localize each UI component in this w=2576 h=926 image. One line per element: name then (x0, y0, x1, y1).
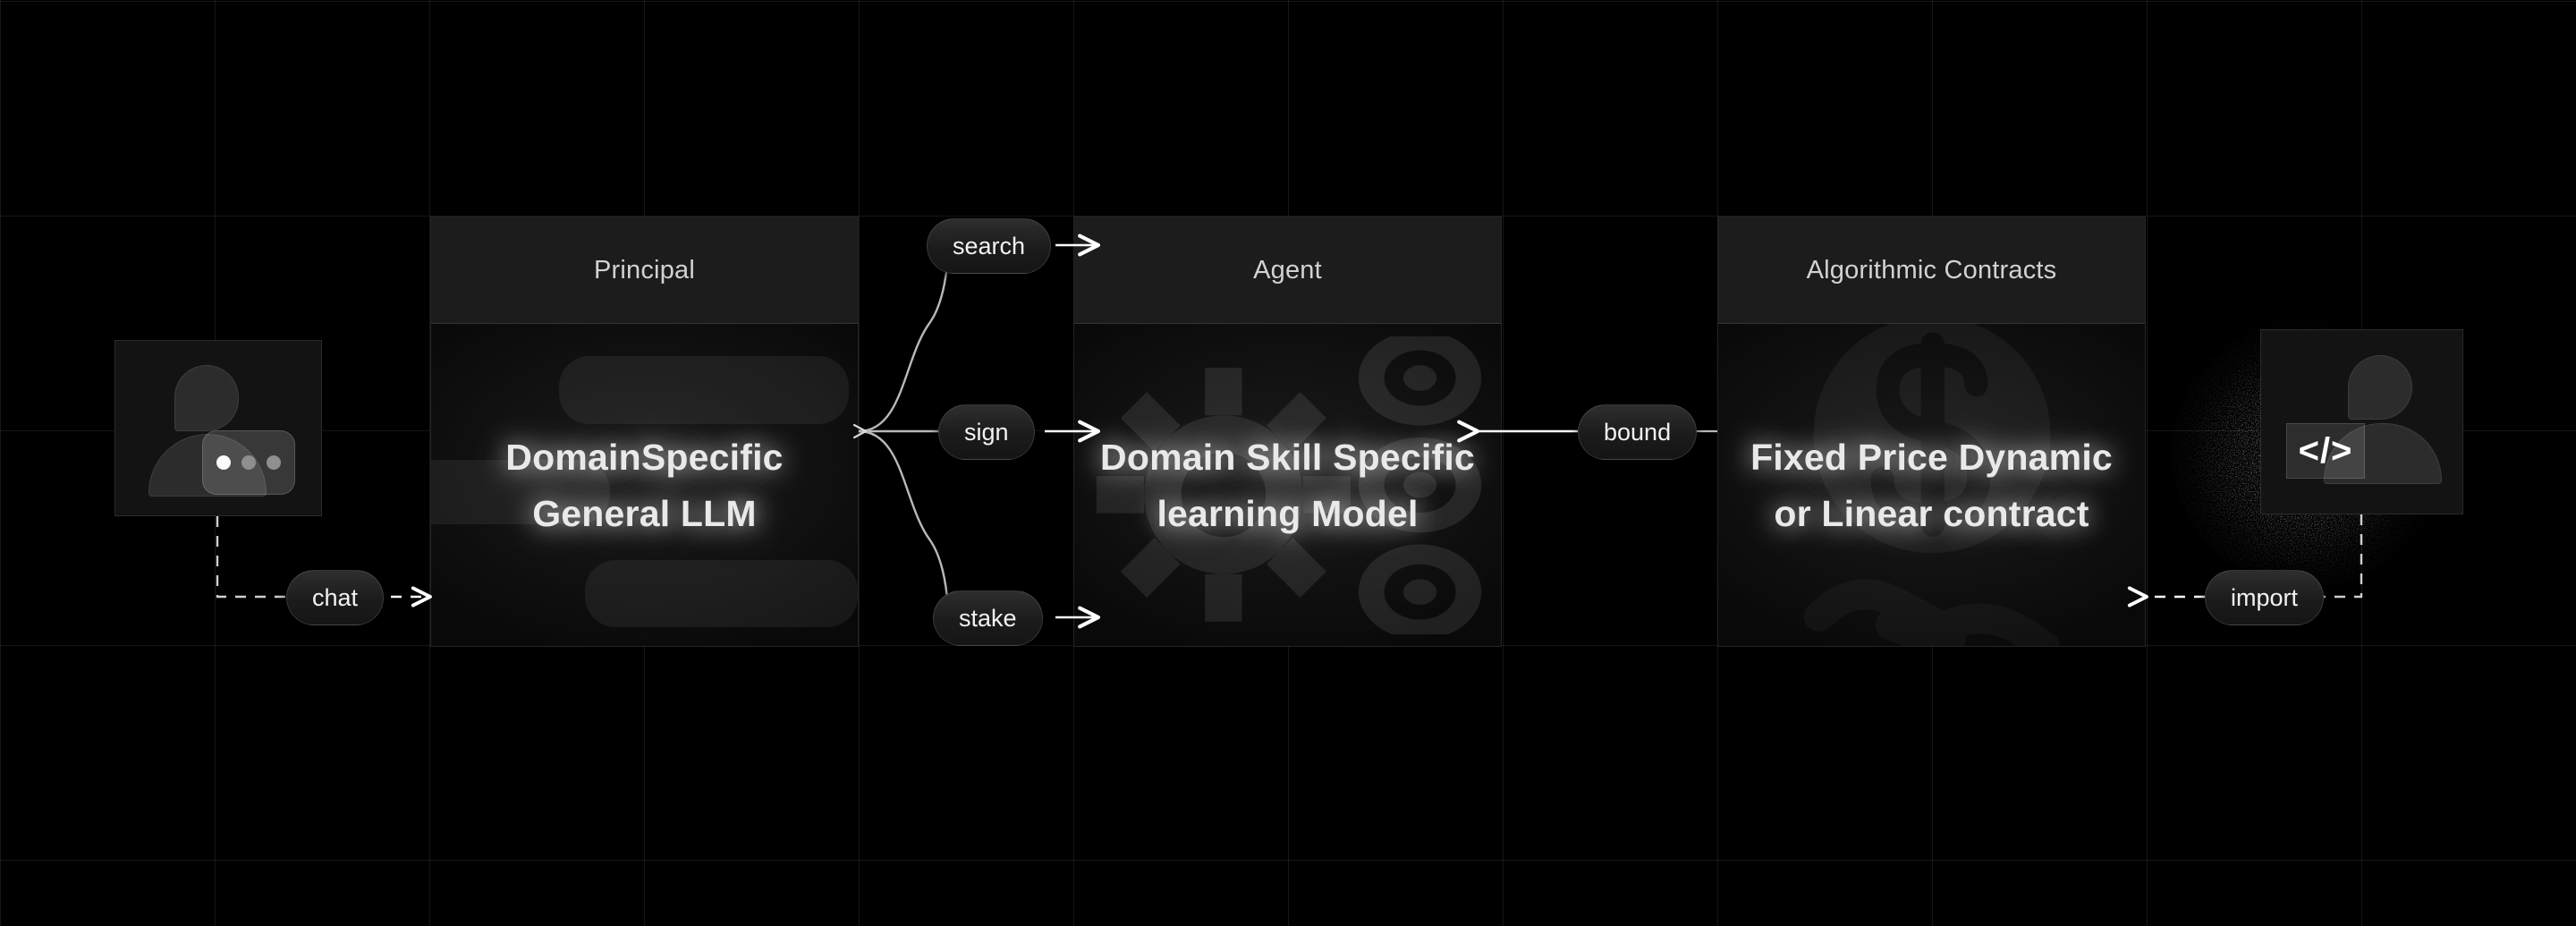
agent-panel[interactable]: Agent Domain Skill Specific learning Mod… (1073, 217, 1502, 647)
contracts-title-line1: Fixed Price Dynamic (1750, 437, 2113, 479)
agent-title-line1: Domain Skill Specific (1100, 437, 1475, 479)
principal-title: DomainSpecific General LLM (484, 429, 804, 541)
diagram-canvas: Principal DomainSpecific General LLM Age… (0, 0, 2576, 926)
principal-title-line2: General LLM (532, 492, 757, 534)
code-badge-icon: </> (2286, 423, 2365, 479)
code-badge-label: </> (2298, 430, 2353, 471)
agent-panel-body: Domain Skill Specific learning Model (1074, 324, 1501, 646)
connector-label-search[interactable]: search (927, 218, 1052, 274)
connector-label-import[interactable]: import (2205, 570, 2325, 625)
connector-label-chat[interactable]: chat (286, 570, 385, 625)
connector-label-sign[interactable]: sign (938, 404, 1035, 460)
developer-avatar[interactable]: </> (2260, 329, 2463, 514)
principal-panel-header: Principal (431, 217, 858, 324)
contracts-title: Fixed Price Dynamic or Linear contract (1729, 429, 2134, 541)
connector-label-bound[interactable]: bound (1578, 404, 1698, 460)
connector-branch-fan (852, 244, 950, 618)
agent-title: Domain Skill Specific learning Model (1079, 429, 1496, 541)
contracts-panel-header: Algorithmic Contracts (1718, 217, 2145, 324)
person-head-icon (2348, 355, 2412, 420)
principal-title-line1: DomainSpecific (505, 437, 784, 479)
user-avatar[interactable] (114, 340, 322, 516)
chat-dot-1 (216, 455, 231, 470)
principal-header-label: Principal (593, 255, 695, 285)
chat-dot-2 (242, 455, 256, 470)
chat-dot-3 (267, 455, 281, 470)
connector-label-stake[interactable]: stake (933, 590, 1043, 646)
principal-panel[interactable]: Principal DomainSpecific General LLM (430, 217, 859, 647)
contracts-panel-body: Fixed Price Dynamic or Linear contract (1718, 324, 2145, 646)
person-head-icon (174, 365, 239, 431)
chat-bubble-icon (202, 430, 295, 495)
contracts-title-line2: or Linear contract (1774, 492, 2089, 534)
algorithmic-contracts-panel[interactable]: Algorithmic Contracts Fixed Price Dynami… (1717, 217, 2146, 647)
contracts-header-label: Algorithmic Contracts (1806, 255, 2057, 285)
agent-header-label: Agent (1253, 255, 1322, 285)
agent-panel-header: Agent (1074, 217, 1501, 324)
principal-panel-body: DomainSpecific General LLM (431, 324, 858, 646)
agent-title-line2: learning Model (1157, 492, 1419, 534)
